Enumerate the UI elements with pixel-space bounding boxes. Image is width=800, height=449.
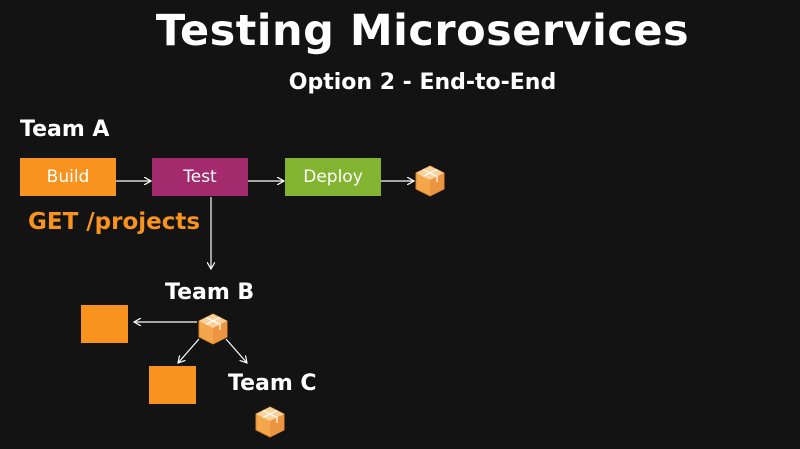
package-box-icon xyxy=(255,406,285,438)
package-box-icon xyxy=(415,165,445,197)
connector-arrows xyxy=(116,0,800,449)
slide: Testing Microservices Option 2 - End-to-… xyxy=(0,0,800,449)
package-box-icon xyxy=(198,313,228,345)
